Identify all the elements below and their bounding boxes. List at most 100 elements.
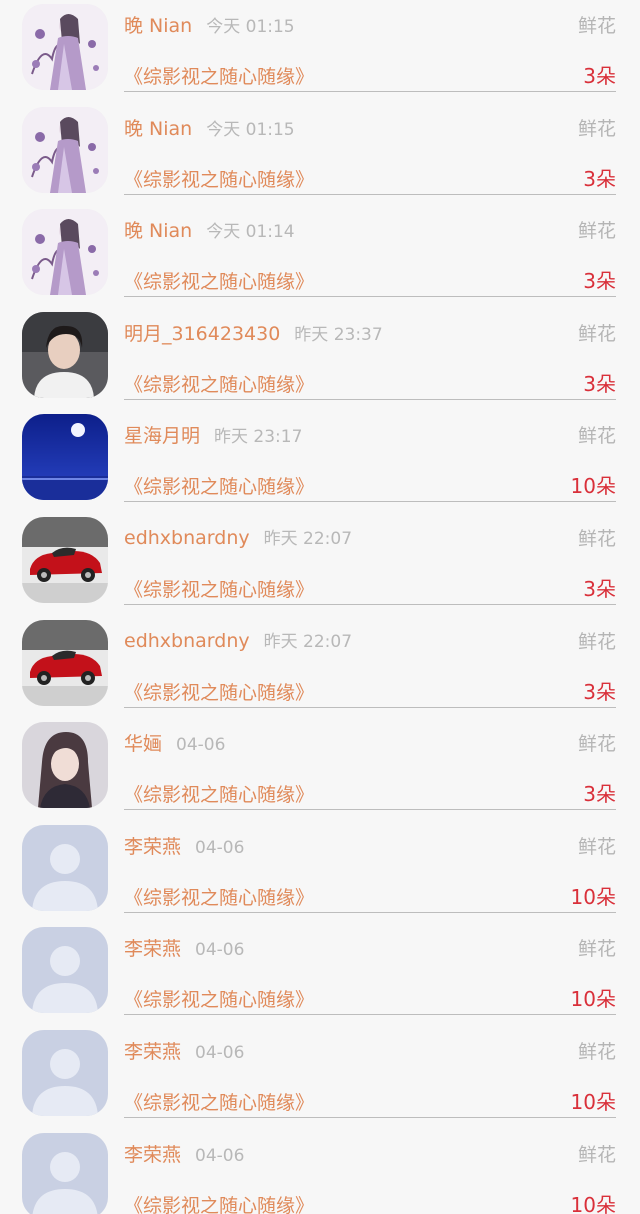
divider [124,809,616,811]
gift-type-label: 鲜花 [577,835,616,858]
user-name[interactable]: 华婳 04-06 [124,729,225,756]
user-name-text[interactable]: 明月_316423430 [124,323,280,345]
list-item[interactable]: 李荣燕 04-06 鲜花《综影视之随心随缘》 10朵 [0,824,640,927]
user-name-text[interactable]: edhxbnardny [124,527,250,549]
list-item[interactable]: 李荣燕 04-06 鲜花《综影视之随心随缘》 10朵 [0,1132,640,1214]
avatar[interactable] [22,1132,108,1214]
gift-type-label: 鲜花 [577,938,616,961]
gift-type-label: 鲜花 [577,15,616,37]
avatar[interactable] [22,1030,108,1116]
divider [124,604,616,605]
user-name-text[interactable]: 李荣燕 [124,1041,181,1063]
list-item[interactable]: 晚 Nian 今天 01:15 鲜花《综影视之随心随缘》 3朵 [0,3,640,106]
gift-type-label: 鲜花 [577,528,616,550]
list-item[interactable]: 星海月明 昨天 23:17 鲜花《综影视之随心随缘》 10朵 [0,413,640,516]
timestamp: 04-06 [195,1145,245,1166]
book-title-link[interactable]: 《综影视之随心随缘》 [124,780,314,807]
user-name-text[interactable]: edhxbnardny [124,630,250,652]
gift-type-label: 鲜花 [577,630,616,653]
book-title-link[interactable]: 《综影视之随心随缘》 [124,575,314,602]
timestamp: 04-06 [195,1043,245,1063]
avatar[interactable] [22,619,108,706]
gift-count: 10朵 [570,1192,616,1214]
gift-count: 3朵 [583,371,616,396]
avatar[interactable] [22,311,108,398]
gift-count: 3朵 [583,269,616,294]
user-name[interactable]: 晚 Nian 今天 01:15 [124,114,295,141]
user-name[interactable]: 星海月明 昨天 23:17 [124,421,302,448]
user-name[interactable]: 晚 Nian 今天 01:14 [124,216,295,243]
list-item[interactable]: 晚 Nian 今天 01:15 鲜花 《综影视之随心随缘》 3朵 [0,106,640,209]
gift-count: 3朵 [583,679,616,704]
user-name-text[interactable]: 晚 Nian [124,220,192,242]
gift-count: 3朵 [583,166,616,191]
book-title-link[interactable]: 《综影视之随心随缘》 [124,62,314,89]
timestamp: 昨天 23:37 [294,324,383,345]
book-title-link[interactable]: 《综影视之随心随缘》 [124,1191,314,1214]
timestamp: 昨天 22:07 [263,529,353,549]
list-item[interactable]: 李荣燕 04-06 鲜花 《综影视之随心随缘》 10朵 [0,1029,640,1132]
book-title-link[interactable]: 《综影视之随心随缘》 [124,370,314,397]
divider [124,91,616,92]
avatar[interactable] [22,927,108,1014]
timestamp: 今天 01:15 [206,17,295,37]
list-item[interactable]: 华婳 04-06 鲜花《综影视之随心随缘》 3朵 [0,721,640,824]
book-title-link[interactable]: 《综影视之随心随缘》 [124,1088,314,1115]
user-name[interactable]: 李荣燕 04-06 [124,934,244,961]
avatar[interactable] [22,824,108,911]
book-title-link[interactable]: 《综影视之随心随缘》 [124,678,314,705]
user-name[interactable]: edhxbnardny 昨天 22:07 [124,627,352,652]
user-name-text[interactable]: 李荣燕 [124,1144,181,1166]
gift-count: 3朵 [583,782,616,807]
book-title-link[interactable]: 《综影视之随心随缘》 [124,165,314,192]
book-title-link[interactable]: 《综影视之随心随缘》 [124,985,314,1012]
list-item[interactable]: 明月_316423430 昨天 23:37 鲜花 《综影视之随心随缘》 3朵 [0,311,640,414]
user-name[interactable]: 明月_316423430 昨天 23:37 [124,319,383,346]
gift-record-list: 晚 Nian 今天 01:15 鲜花 《综影视之随心随缘》 3朵 晚 Nian 今天 01… [0,0,640,1214]
user-name-text[interactable]: 华婳 [124,733,162,755]
user-name[interactable]: 李荣燕 04-06 [124,1037,244,1064]
gift-count: 10朵 [570,884,616,909]
book-title-link[interactable]: 《综影视之随心随缘》 [124,267,314,294]
user-name[interactable]: 晚 Nian 今天 01:15 [124,11,295,38]
divider [124,706,616,708]
user-name-text[interactable]: 李荣燕 [124,836,181,858]
gift-type-label: 鲜花 [577,425,616,448]
gift-count: 3朵 [583,577,616,601]
book-title-link[interactable]: 《综影视之随心随缘》 [124,472,314,499]
list-item[interactable]: edhxbnardny 昨天 22:07 鲜花《综影视之随心随缘》 3朵 [0,516,640,619]
divider [124,398,616,400]
avatar[interactable] [22,414,108,501]
timestamp: 04-06 [195,940,245,961]
gift-type-label: 鲜花 [577,1143,616,1166]
divider [124,296,616,298]
gift-count: 10朵 [570,474,616,499]
list-item[interactable]: 李荣燕 04-06 鲜花《综影视之随心随缘》 10朵 [0,926,640,1029]
avatar[interactable] [22,722,108,809]
user-name[interactable]: 李荣燕 04-06 [124,832,244,859]
avatar[interactable] [22,517,108,603]
user-name-text[interactable]: 晚 Nian [124,118,192,140]
user-name[interactable]: 李荣燕 04-06 [124,1140,244,1167]
divider [124,193,616,195]
user-name[interactable]: edhxbnardny 昨天 22:07 [124,524,352,549]
timestamp: 今天 01:15 [206,119,295,140]
list-item[interactable]: edhxbnardny 昨天 22:07 鲜花《综影视之随心随缘》 3朵 [0,619,640,722]
list-item[interactable]: 晚 Nian 今天 01:14 鲜花 《综影视之随心随缘》 3朵 [0,208,640,311]
timestamp: 04-06 [176,735,226,756]
avatar[interactable] [22,106,108,193]
divider [124,1014,616,1016]
user-name-text[interactable]: 李荣燕 [124,938,181,960]
timestamp: 04-06 [195,837,245,858]
user-name-text[interactable]: 晚 Nian [124,15,192,37]
gift-count: 10朵 [570,987,616,1012]
divider [124,911,616,913]
avatar[interactable] [22,4,108,90]
book-title-link[interactable]: 《综影视之随心随缘》 [124,883,314,910]
gift-count: 3朵 [583,64,616,88]
user-name-text[interactable]: 星海月明 [124,425,200,447]
gift-type-label: 鲜花 [577,1041,616,1063]
gift-type-label: 鲜花 [577,733,616,756]
timestamp: 昨天 22:07 [263,631,353,652]
avatar[interactable] [22,209,108,296]
